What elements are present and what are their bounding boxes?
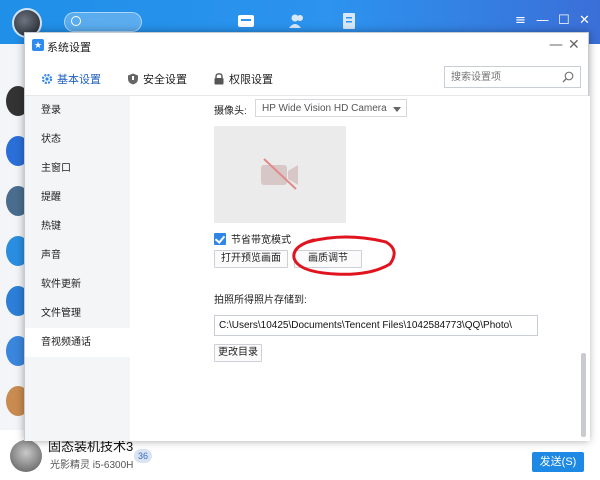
qq-logo-icon: ★ [32, 39, 44, 51]
tab-label: 基本设置 [57, 74, 101, 86]
settings-tabs: 基本设置 安全设置 权限设置 [25, 60, 588, 96]
contact-subtitle: 光影精灵 i5-6300H [50, 460, 134, 471]
dialog-title: 系统设置 [47, 42, 91, 54]
settings-dialog: ★ 系统设置 — ✕ 基本设置 安全设置 权限设置 搜索设置项 登录 状态 主窗… [24, 32, 590, 441]
send-button[interactable]: 发送(S) [532, 452, 584, 472]
quality-adjust-button[interactable]: 画质调节 [294, 250, 362, 268]
sidebar-item-hotkeys[interactable]: 热键 [25, 212, 130, 241]
unread-badge: 36 [134, 449, 152, 463]
sidebar-item-status[interactable]: 状态 [25, 125, 130, 154]
search-icon [71, 16, 81, 26]
camera-select-value: HP Wide Vision HD Camera [262, 103, 387, 114]
photo-storage-label: 拍照所得照片存储到: [214, 295, 307, 306]
message-tab-icon[interactable] [237, 12, 255, 30]
camera-off-icon [261, 158, 298, 190]
tab-basic-settings[interactable]: 基本设置 [41, 71, 101, 87]
camera-preview [214, 126, 346, 223]
open-preview-button[interactable]: 打开预览画面 [214, 250, 288, 268]
settings-search-input[interactable] [445, 67, 555, 87]
main-menu-icon[interactable]: ≡ [515, 14, 526, 28]
contact-avatar[interactable] [10, 440, 42, 472]
main-maximize-icon[interactable]: ☐ [558, 14, 570, 28]
qq-contact-strip [0, 44, 30, 480]
bandwidth-saving-checkbox[interactable] [214, 232, 226, 245]
camera-label: 摄像头: [214, 106, 247, 117]
main-minimize-icon[interactable]: — [536, 14, 549, 28]
chevron-down-icon [393, 107, 401, 112]
settings-sidebar: 登录 状态 主窗口 提醒 热键 声音 软件更新 文件管理 音视频通话 [25, 96, 130, 441]
sidebar-item-reminder[interactable]: 提醒 [25, 183, 130, 212]
settings-content: 摄像头: HP Wide Vision HD Camera 节省带宽模式 打开预… [130, 96, 590, 441]
change-directory-button[interactable]: 更改目录 [214, 344, 262, 362]
sidebar-item-main-window[interactable]: 主窗口 [25, 154, 130, 183]
tab-label: 权限设置 [229, 74, 273, 86]
gear-icon [41, 73, 53, 85]
sidebar-item-login[interactable]: 登录 [25, 96, 130, 125]
photo-storage-path-input[interactable] [215, 316, 537, 335]
bandwidth-saving-label: 节省带宽模式 [231, 235, 291, 246]
sidebar-item-av-call[interactable]: 音视频通话 [25, 328, 130, 357]
minimize-icon[interactable]: — [549, 37, 563, 53]
shield-icon [128, 73, 138, 85]
tab-permission-settings[interactable]: 权限设置 [213, 71, 273, 87]
settings-search-box[interactable] [444, 66, 581, 88]
qq-search-box[interactable] [64, 12, 142, 32]
space-tab-icon[interactable] [340, 12, 358, 30]
camera-select[interactable]: HP Wide Vision HD Camera [255, 99, 407, 117]
sidebar-item-file-management[interactable]: 文件管理 [25, 299, 130, 328]
search-icon[interactable] [562, 71, 574, 83]
close-icon[interactable]: ✕ [568, 37, 580, 53]
main-close-icon[interactable]: ✕ [579, 14, 590, 28]
dialog-titlebar[interactable]: ★ 系统设置 — ✕ [25, 33, 588, 59]
tab-security-settings[interactable]: 安全设置 [127, 71, 187, 87]
lock-icon [214, 73, 224, 85]
content-scrollbar[interactable] [581, 353, 586, 437]
sidebar-item-software-update[interactable]: 软件更新 [25, 270, 130, 299]
contacts-tab-icon[interactable] [288, 12, 306, 30]
sidebar-item-sound[interactable]: 声音 [25, 241, 130, 270]
bandwidth-saving-option[interactable]: 节省带宽模式 [214, 231, 291, 246]
photo-storage-path-field[interactable] [214, 315, 538, 336]
tab-label: 安全设置 [143, 74, 187, 86]
